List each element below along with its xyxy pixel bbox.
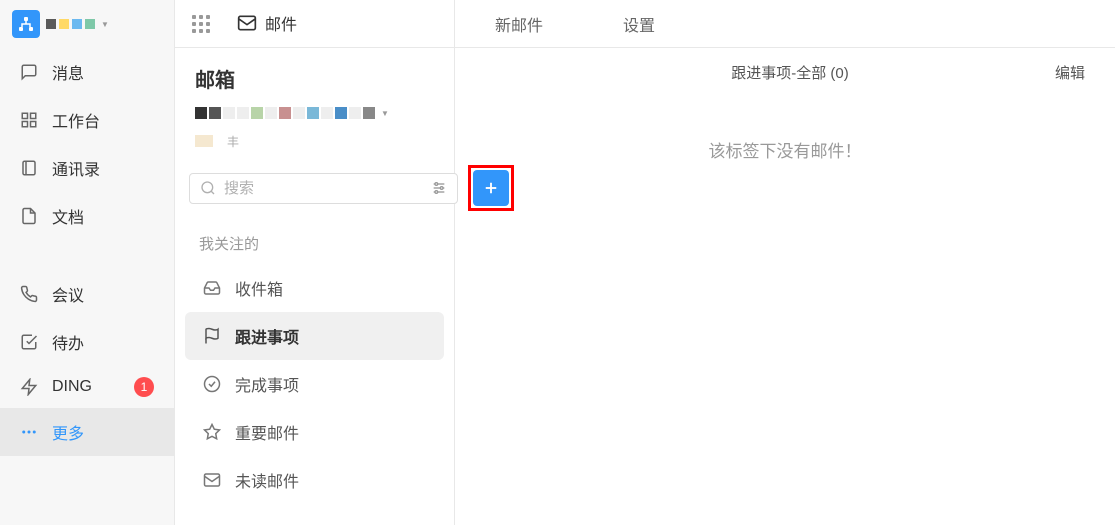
lightning-icon (20, 378, 38, 396)
tab-settings[interactable]: 设置 (583, 0, 695, 48)
nav-label: 会议 (52, 282, 84, 306)
left-sidebar: ▼ 消息 工作台 通讯录 文档 会议 待办 DING 1 更多 (0, 0, 175, 525)
folder-inbox[interactable]: 收件箱 (185, 264, 444, 312)
account-sub-redacted: 丰 (195, 129, 434, 153)
edit-button[interactable]: 编辑 (1055, 62, 1085, 83)
nav-ding[interactable]: DING 1 (0, 366, 174, 408)
message-icon (20, 63, 38, 81)
grid-icon (20, 111, 38, 129)
folder-completed[interactable]: 完成事项 (185, 360, 444, 408)
content-title: 跟进事项-全部 (0) (525, 62, 1055, 83)
folder-label: 完成事项 (235, 372, 299, 396)
folder-label: 跟进事项 (235, 324, 299, 348)
search-icon (200, 180, 216, 196)
nav-label: 文档 (52, 204, 84, 228)
search-row (175, 165, 454, 223)
mailbox-section: 邮箱 ▼ 丰 (175, 48, 454, 165)
folder-label: 未读邮件 (235, 468, 299, 492)
folder-important[interactable]: 重要邮件 (185, 408, 444, 456)
mail-icon (203, 471, 221, 489)
nav-label: 通讯录 (52, 156, 100, 180)
tab-mail[interactable]: 邮件 (217, 0, 317, 48)
mail-icon (237, 13, 257, 33)
nav-messages[interactable]: 消息 (0, 48, 174, 96)
chevron-down-icon: ▼ (101, 20, 109, 29)
phone-icon (20, 285, 38, 303)
folder-label: 收件箱 (235, 276, 283, 300)
tab-label: 邮件 (265, 11, 297, 35)
workspace-icon (12, 10, 40, 38)
nav-label: DING (52, 378, 92, 396)
nav-label: 待办 (52, 330, 84, 354)
account-redacted[interactable]: ▼ (195, 101, 434, 125)
filter-icon[interactable] (431, 180, 447, 196)
apps-grid-icon[interactable] (185, 8, 217, 40)
tab-new-mail[interactable]: 新邮件 (455, 0, 583, 48)
nav-label: 更多 (52, 420, 84, 444)
nav-workbench[interactable]: 工作台 (0, 96, 174, 144)
top-tabs: 邮件 (175, 0, 454, 48)
content-header: 跟进事项-全部 (0) 编辑 (455, 48, 1115, 97)
nav-label: 消息 (52, 60, 84, 84)
workspace-header[interactable]: ▼ (0, 0, 174, 48)
right-tabs: 新邮件 设置 (455, 0, 1115, 48)
flag-icon (203, 327, 221, 345)
check-circle-icon (203, 375, 221, 393)
middle-panel: 邮件 邮箱 ▼ 丰 我关注的 收件箱 (175, 0, 455, 525)
folder-label: 重要邮件 (235, 420, 299, 444)
right-panel: 新邮件 设置 跟进事项-全部 (0) 编辑 该标签下没有邮件！ (455, 0, 1115, 525)
more-icon (20, 423, 38, 441)
mailbox-title: 邮箱 (195, 64, 434, 93)
document-icon (20, 207, 38, 225)
nav-contacts[interactable]: 通讯录 (0, 144, 174, 192)
chevron-down-icon: ▼ (381, 109, 389, 118)
star-icon (203, 423, 221, 441)
nav-todo[interactable]: 待办 (0, 318, 174, 366)
inbox-icon (203, 279, 221, 297)
contacts-icon (20, 159, 38, 177)
folder-followup[interactable]: 跟进事项 (185, 312, 444, 360)
nav-docs[interactable]: 文档 (0, 192, 174, 240)
empty-message: 该标签下没有邮件！ (455, 97, 1115, 202)
nav-label: 工作台 (52, 108, 100, 132)
check-icon (20, 333, 38, 351)
workspace-color-dots (46, 19, 95, 29)
section-label: 我关注的 (185, 223, 444, 264)
folder-section: 我关注的 收件箱 跟进事项 完成事项 重要邮件 未读邮件 (175, 223, 454, 525)
nav-meeting[interactable]: 会议 (0, 270, 174, 318)
ding-badge: 1 (134, 377, 154, 397)
nav-more[interactable]: 更多 (0, 408, 174, 456)
folder-unread[interactable]: 未读邮件 (185, 456, 444, 504)
search-input[interactable] (224, 180, 423, 197)
search-box[interactable] (189, 173, 458, 204)
